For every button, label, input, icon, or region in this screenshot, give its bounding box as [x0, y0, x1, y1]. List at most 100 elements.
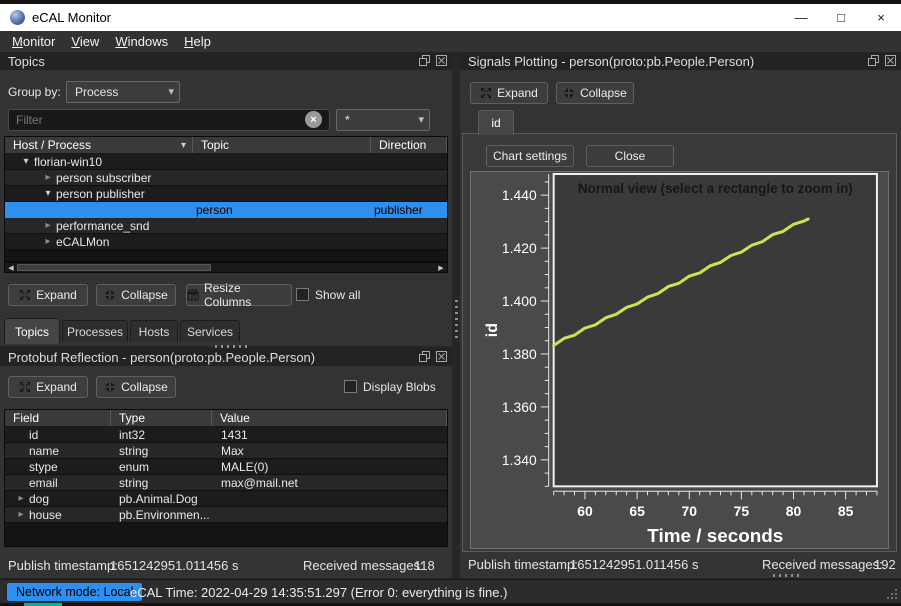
- close-button[interactable]: ×: [861, 4, 901, 31]
- tab-topics[interactable]: Topics: [4, 318, 60, 344]
- signals-plotting-panel: Signals Plotting - person(proto:pb.Peopl…: [460, 52, 901, 578]
- chart-settings-button[interactable]: Chart settings: [486, 145, 574, 167]
- float-panel-icon[interactable]: [419, 351, 430, 362]
- menu-view[interactable]: View: [63, 32, 107, 51]
- svg-text:1.340: 1.340: [502, 452, 537, 468]
- tree-expander-icon[interactable]: ▸: [40, 236, 56, 247]
- collapse-arrows-icon: [104, 289, 116, 301]
- close-chart-button[interactable]: Close: [586, 145, 674, 167]
- column-header-direction[interactable]: Direction: [371, 137, 447, 153]
- svg-text:1.440: 1.440: [502, 187, 537, 203]
- collapse-button[interactable]: Collapse: [556, 82, 634, 104]
- filter-column-select[interactable]: * ▾: [336, 109, 430, 131]
- group-by-label: Group by:: [8, 85, 61, 99]
- row-process-ecalmon[interactable]: ▸eCALMon: [5, 234, 447, 250]
- tab-processes[interactable]: Processes: [62, 320, 128, 342]
- column-header-value[interactable]: Value: [212, 410, 447, 426]
- resize-columns-button[interactable]: Resize Columns: [186, 284, 292, 306]
- row-field-dog[interactable]: ▸dog pb.Animal.Dog: [5, 491, 447, 507]
- svg-text:id: id: [484, 323, 501, 337]
- signals-panel-titlebar: Signals Plotting - person(proto:pb.Peopl…: [460, 52, 901, 70]
- row-field-stype[interactable]: stype enum MALE(0): [5, 459, 447, 475]
- svg-text:85: 85: [838, 503, 854, 519]
- float-panel-icon[interactable]: [419, 55, 430, 66]
- expand-button[interactable]: Expand: [470, 82, 548, 104]
- window-titlebar: eCAL Monitor — □ ×: [0, 4, 901, 31]
- tab-hosts[interactable]: Hosts: [130, 320, 178, 342]
- received-messages-label: Received messages:: [303, 558, 424, 573]
- chevron-down-icon: ▾: [418, 113, 424, 126]
- row-host-florian-win10[interactable]: ▾florian-win10: [5, 154, 447, 170]
- column-header-topic[interactable]: Topic: [193, 137, 371, 153]
- topics-table: Host / Process ▾ Topic Direction ▾floria…: [4, 136, 448, 262]
- column-header-field[interactable]: Field: [5, 410, 111, 426]
- resize-grip-icon[interactable]: [885, 587, 898, 600]
- minimize-button[interactable]: —: [781, 4, 821, 31]
- svg-text:Normal view (select a rectangl: Normal view (select a rectangle to zoom …: [578, 181, 853, 196]
- display-blobs-label: Display Blobs: [363, 380, 436, 394]
- row-process-performance-snd[interactable]: ▸performance_snd: [5, 218, 447, 234]
- tree-expander-icon[interactable]: ▸: [13, 509, 29, 520]
- row-process-person-subscriber[interactable]: ▸person subscriber: [5, 170, 447, 186]
- group-by-select[interactable]: Process ▾: [66, 81, 180, 103]
- vertical-splitter-handle[interactable]: [455, 300, 458, 338]
- tab-id-signal[interactable]: id: [478, 110, 514, 135]
- protobuf-reflection-panel: Protobuf Reflection - person(proto:pb.Pe…: [0, 348, 452, 578]
- svg-text:1.400: 1.400: [502, 293, 537, 309]
- signal-chart[interactable]: 6065707580851.3401.3601.3801.4001.4201.4…: [470, 171, 889, 549]
- close-panel-icon[interactable]: [885, 55, 896, 66]
- status-bar: Network mode: Local eCAL Time: 2022-04-2…: [0, 579, 901, 603]
- row-topic-person-selected[interactable]: person publisher: [5, 202, 447, 218]
- row-field-id[interactable]: id int32 1431: [5, 427, 447, 443]
- tree-expander-icon[interactable]: ▸: [40, 220, 56, 231]
- ecal-monitor-window: eCAL Monitor — □ × Monitor View Windows …: [0, 0, 901, 606]
- svg-text:1.360: 1.360: [502, 399, 537, 415]
- clear-filter-button[interactable]: ×: [305, 111, 322, 128]
- publish-timestamp-label: Publish timestamp:: [468, 557, 578, 572]
- close-panel-icon[interactable]: [436, 351, 447, 362]
- maximize-button[interactable]: □: [821, 4, 861, 31]
- panel-title: Protobuf Reflection - person(proto:pb.Pe…: [8, 350, 315, 365]
- svg-text:65: 65: [629, 503, 645, 519]
- display-blobs-checkbox[interactable]: [344, 380, 357, 393]
- menu-monitor[interactable]: Monitor: [4, 32, 63, 51]
- window-title: eCAL Monitor: [32, 10, 111, 25]
- svg-text:60: 60: [577, 503, 593, 519]
- show-all-checkbox[interactable]: [296, 288, 309, 301]
- collapse-arrows-icon: [563, 87, 575, 99]
- row-field-house[interactable]: ▸house pb.Environmen...: [5, 507, 447, 523]
- scroll-left-button[interactable]: ◀: [5, 263, 17, 272]
- collapse-button[interactable]: Collapse: [96, 284, 176, 306]
- row-field-name[interactable]: name string Max: [5, 443, 447, 459]
- expand-button[interactable]: Expand: [8, 376, 88, 398]
- tree-expander-icon[interactable]: ▾: [40, 188, 56, 199]
- splitter-handle[interactable]: [773, 574, 803, 577]
- scroll-right-button[interactable]: ▶: [435, 263, 447, 272]
- tree-expander-icon[interactable]: ▾: [18, 156, 34, 167]
- column-header-host-process[interactable]: Host / Process ▾: [5, 137, 193, 153]
- float-panel-icon[interactable]: [868, 55, 879, 66]
- panel-title: Topics: [8, 54, 45, 69]
- horizontal-scrollbar[interactable]: ◀ ▶: [4, 262, 448, 273]
- tree-expander-icon[interactable]: ▸: [13, 493, 29, 504]
- ecal-time-text: eCAL Time: 2022-04-29 14:35:51.297 (Erro…: [130, 585, 507, 600]
- column-header-type[interactable]: Type: [111, 410, 212, 426]
- protobuf-table: Field Type Value id int32 1431 name stri…: [4, 409, 448, 547]
- signal-plot-canvas[interactable]: 6065707580851.3401.3601.3801.4001.4201.4…: [471, 172, 888, 548]
- close-panel-icon[interactable]: [436, 55, 447, 66]
- menu-help[interactable]: Help: [176, 32, 219, 51]
- expand-button[interactable]: Expand: [8, 284, 88, 306]
- svg-text:70: 70: [682, 503, 698, 519]
- row-field-email[interactable]: email string max@mail.net: [5, 475, 447, 491]
- menu-windows[interactable]: Windows: [107, 32, 176, 51]
- app-icon: [10, 10, 25, 25]
- network-mode-badge[interactable]: Network mode: Local: [7, 583, 142, 601]
- row-process-person-publisher[interactable]: ▾person publisher: [5, 186, 447, 202]
- scrollbar-thumb[interactable]: [17, 264, 211, 271]
- filter-input[interactable]: [8, 109, 330, 131]
- collapse-button[interactable]: Collapse: [96, 376, 176, 398]
- svg-text:1.380: 1.380: [502, 346, 537, 362]
- tree-expander-icon[interactable]: ▸: [40, 172, 56, 183]
- tab-services[interactable]: Services: [180, 320, 240, 342]
- protobuf-table-header: Field Type Value: [5, 410, 447, 427]
